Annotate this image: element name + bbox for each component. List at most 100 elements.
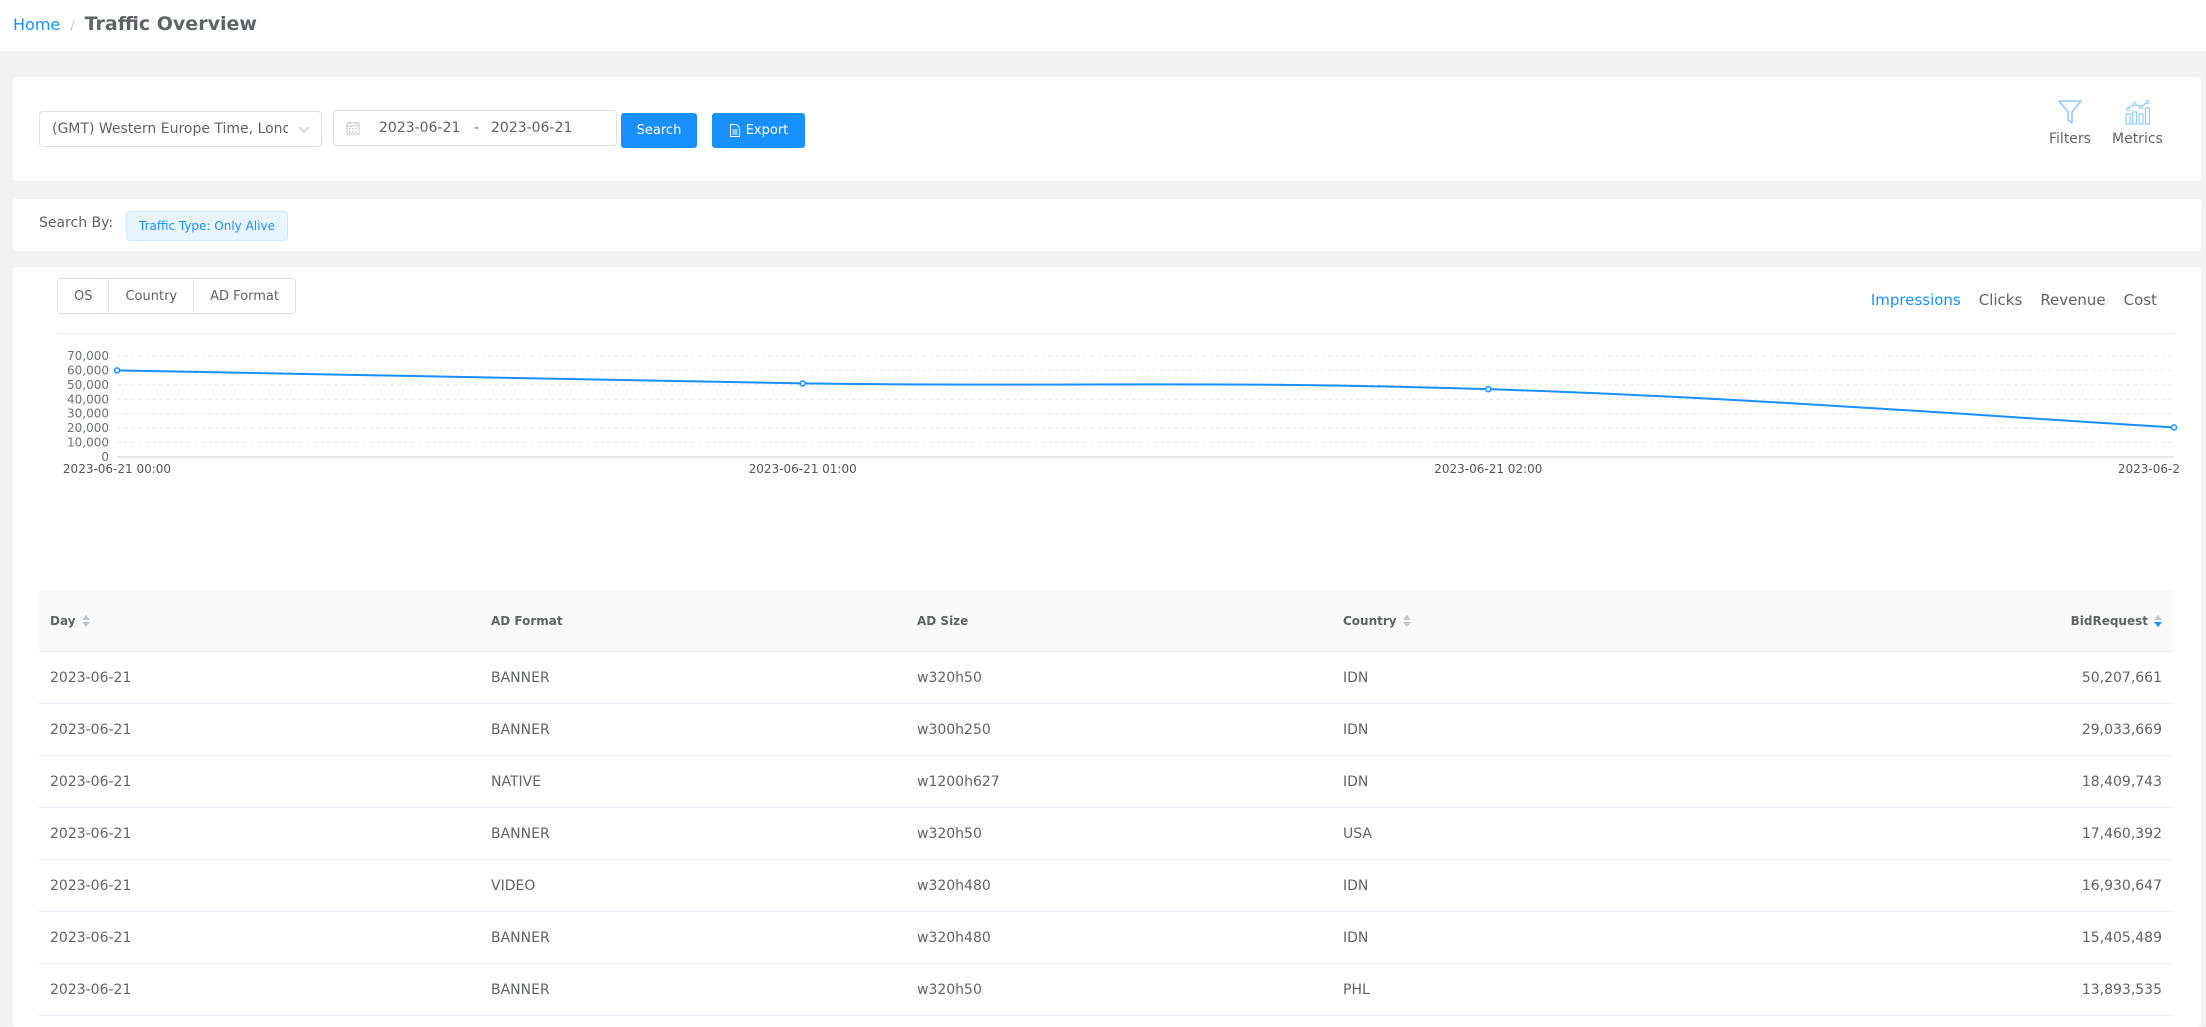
search-by-card: Search By: Traffic Type: Only Alive [13,199,2201,251]
cell-country: IDN [1343,669,1369,686]
group-by-tabs: OS Country AD Format [57,278,296,314]
chart-y-axis: 010,00020,00030,00040,00050,00060,00070,… [67,349,109,464]
metric-tab-cost[interactable]: Cost [2124,291,2157,309]
y-tick-label: 30,000 [67,407,109,421]
breadcrumb-home-link[interactable]: Home [13,15,60,34]
date-range-picker[interactable]: 2023-06-21 - 2023-06-21 [333,110,617,146]
end-date-input[interactable]: 2023-06-21 [491,120,572,136]
group-tab-country[interactable]: Country [109,279,195,313]
sort-icon[interactable] [81,614,90,627]
metrics-button[interactable]: Metrics [2112,99,2163,147]
cell-day: 2023-06-21 [50,669,132,686]
group-tab-os[interactable]: OS [58,279,110,313]
search-button-label: Search [636,123,682,138]
export-button[interactable]: Export [712,113,805,148]
toolbar-card: (GMT) Western Europe Time, London 2023-0… [13,77,2201,181]
cell-country: IDN [1343,721,1369,738]
cell-bidrequest: 50,207,661 [2081,669,2162,686]
page-title: Traffic Overview [84,13,257,35]
timezone-value: (GMT) Western Europe Time, London [52,121,288,137]
y-tick-label: 70,000 [67,349,109,363]
column-header-day[interactable]: Day [50,614,90,628]
table-row[interactable]: 2023-06-21 BANNER w300h250 IDN 29,033,669 [39,704,2173,756]
data-point[interactable] [1485,385,1492,393]
table-row[interactable]: 2023-06-21 BANNER w320h50 IDN 50,207,661 [39,652,2173,704]
chart-icon [2125,100,2151,125]
metric-tab-impressions[interactable]: Impressions [1871,291,1961,309]
cell-country: IDN [1343,929,1369,946]
cell-ad-format: BANNER [491,669,550,686]
filters-label: Filters [2049,131,2091,147]
table-row[interactable]: 2023-06-21 BANNER w320h480 IDN 15,405,489 [39,912,2173,964]
column-label: Country [1343,613,1397,628]
cell-ad-size: w320h50 [917,981,982,998]
cell-country: USA [1343,825,1372,842]
metrics-label: Metrics [2112,131,2163,147]
cell-bidrequest: 18,409,743 [2081,773,2162,790]
cell-day: 2023-06-21 [50,877,132,894]
export-button-label: Export [745,123,789,138]
cell-ad-size: w1200h627 [917,773,1000,790]
cell-country: IDN [1343,877,1369,894]
data-point[interactable] [2170,424,2178,431]
data-point[interactable] [113,367,121,374]
filter-tag[interactable]: Traffic Type: Only Alive [126,211,288,241]
y-tick-label: 20,000 [67,421,109,435]
cell-day: 2023-06-21 [50,773,132,790]
date-separator: - [474,120,480,136]
table-body: 2023-06-21 BANNER w320h50 IDN 50,207,661 2023… [39,652,2173,1016]
breadcrumb-separator: / [70,19,75,34]
cell-ad-size: w300h250 [917,721,991,738]
chevron-down-icon [298,126,310,133]
start-date-input[interactable]: 2023-06-21 [379,120,460,136]
y-tick-label: 60,000 [67,363,109,377]
table-row[interactable]: 2023-06-21 BANNER w320h50 USA 17,460,392 [39,808,2173,860]
search-button[interactable]: Search [621,113,697,148]
cell-bidrequest: 16,930,647 [2081,877,2162,894]
impressions-line-chart: 010,00020,00030,00040,00050,00060,00070,… [63,349,2180,476]
cell-ad-format: VIDEO [491,877,536,894]
cell-ad-format: NATIVE [491,773,542,790]
group-tab-ad-format[interactable]: AD Format [194,279,295,313]
metric-tab-clicks[interactable]: Clicks [1979,291,2023,309]
column-header-country[interactable]: Country [1343,614,1411,628]
timezone-select[interactable]: (GMT) Western Europe Time, London [39,111,322,147]
cell-day: 2023-06-21 [50,721,132,738]
data-point[interactable] [799,380,806,387]
cell-ad-size: w320h480 [917,877,991,894]
search-by-label: Search By: [39,215,114,231]
x-tick-label: 2023-06-21 00:00 [63,462,171,476]
table-row[interactable]: 2023-06-21 VIDEO w320h480 IDN 16,930,647 [39,860,2173,912]
cell-bidrequest: 13,893,535 [2081,981,2162,998]
table-row[interactable]: 2023-06-21 BANNER w320h50 PHL 13,893,535 [39,964,2173,1016]
column-label: AD Format [491,613,563,628]
chart-grid [117,355,2174,458]
cell-country: IDN [1343,773,1369,790]
filter-icon [2058,100,2082,124]
calendar-icon [346,121,360,135]
column-header-bidrequest[interactable]: BidRequest [2071,614,2162,628]
y-tick-label: 50,000 [67,378,109,392]
cell-bidrequest: 15,405,489 [2081,929,2162,946]
filters-button[interactable]: Filters [2049,99,2091,147]
cell-ad-size: w320h50 [917,669,982,686]
cell-day: 2023-06-21 [50,929,132,946]
table-row[interactable]: 2023-06-21 NATIVE w1200h627 IDN 18,409,743 [39,756,2173,808]
x-tick-label: 2023-06-21 01:00 [749,462,857,476]
document-icon [729,124,740,137]
cell-bidrequest: 17,460,392 [2081,825,2162,842]
y-tick-label: 40,000 [67,392,109,406]
sort-desc-icon[interactable] [2154,614,2162,627]
cell-ad-format: BANNER [491,825,550,842]
cell-ad-size: w320h480 [917,929,991,946]
column-label: Day [50,613,76,628]
cell-day: 2023-06-21 [50,825,132,842]
column-header-ad-size: AD Size [917,614,968,628]
x-tick-label: 2023-06-21 02:00 [1434,462,1542,476]
table-header: Day AD Format AD Size Country BidRequest [39,590,2173,652]
sort-icon[interactable] [1402,614,1411,627]
breadcrumb: Home / Traffic Overview [13,13,257,35]
metric-tab-revenue[interactable]: Revenue [2040,291,2105,309]
cell-country: PHL [1343,981,1370,998]
data-table: Day AD Format AD Size Country BidRequest… [39,590,2173,1016]
